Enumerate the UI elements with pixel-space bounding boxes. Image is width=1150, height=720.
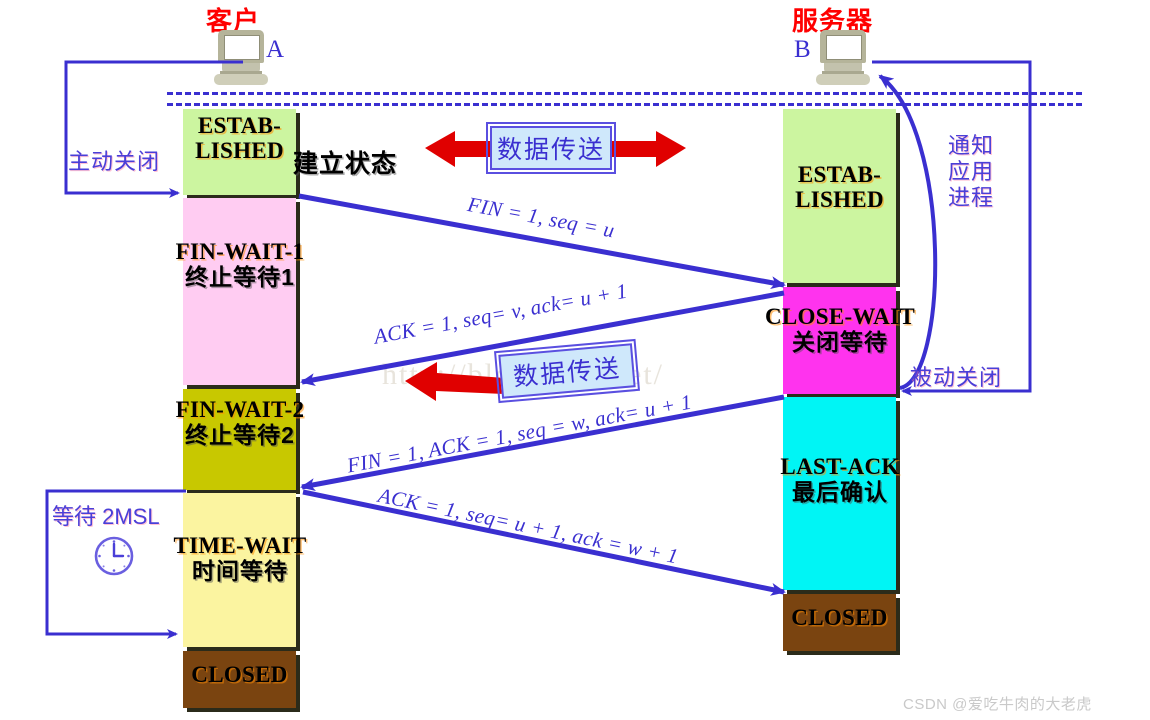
tcp-teardown-diagram: http://blog.csdn.net/ 客户 A 服务器 B (0, 0, 1150, 720)
data-transfer-text-bottom: 数据传送 (512, 354, 623, 392)
data-transfer-arrow-left-top (425, 131, 500, 167)
close-wait-cn: 关闭等待 (792, 328, 888, 355)
fin-wait-2-en: FIN-WAIT-2 (175, 397, 305, 422)
client-closed-en: CLOSED (191, 662, 288, 687)
message-label-ack1: ACK = 1, seq= v, ack= u + 1 (372, 278, 630, 349)
data-transfer-box-top: 数据传送 (486, 122, 616, 174)
message-label-fin1: FIN = 1, seq = u (465, 192, 617, 243)
client-state-closed-label: CLOSED (183, 662, 296, 688)
time-wait-en: TIME-WAIT (173, 533, 307, 558)
server-closed-en: CLOSED (791, 605, 888, 630)
clock-icon (94, 536, 134, 576)
client-state-fin-wait-1-box (183, 198, 296, 385)
passive-close-note: 被动关闭 (910, 365, 1003, 390)
server-computer-icon (812, 30, 874, 88)
fin-wait-1-en: FIN-WAIT-1 (175, 239, 305, 264)
fin-wait-2-cn: 终止等待2 (185, 421, 295, 448)
client-established-line1: ESTAB- (197, 113, 282, 138)
server-established-line2: LISHED (795, 186, 884, 212)
fin-wait-1-cn: 终止等待1 (185, 263, 295, 290)
csdn-credit: CSDN @爱吃牛肉的大老虎 (903, 696, 1092, 713)
client-letter: A (266, 36, 285, 63)
server-state-closed-label: CLOSED (783, 605, 896, 631)
server-state-close-wait-label: CLOSE-WAIT 关闭等待 (744, 304, 936, 355)
timeline-dash-lower (167, 103, 1082, 106)
client-state-time-wait-label: TIME-WAIT 时间等待 (160, 533, 320, 584)
message-label-ack2: ACK = 1, seq= u + 1, ack = w + 1 (376, 483, 681, 569)
data-transfer-arrow-right-top (611, 131, 686, 167)
message-label-finack: FIN = 1, ACK = 1, seq = w, ack= u + 1 (345, 389, 694, 478)
last-ack-en: LAST-ACK (780, 454, 900, 479)
server-state-last-ack-label: LAST-ACK 最后确认 (756, 454, 924, 505)
client-state-fin-wait-2-label: FIN-WAIT-2 终止等待2 (160, 397, 320, 448)
established-state-cn-label: 建立状态 (293, 150, 398, 178)
client-state-established-label: ESTAB- LISHED (183, 113, 296, 164)
active-close-note: 主动关闭 (68, 149, 161, 174)
wait-2msl-note: 等待 2MSL (52, 504, 160, 529)
server-state-established-label: ESTAB- LISHED (783, 162, 896, 213)
client-state-fin-wait-1-label: FIN-WAIT-1 终止等待1 (160, 239, 320, 290)
notify-app-note: 通知应用进程 (948, 133, 995, 210)
server-established-line1: ESTAB- (797, 162, 882, 187)
data-transfer-text-top: 数据传送 (496, 136, 605, 164)
close-wait-en: CLOSE-WAIT (765, 304, 915, 329)
last-ack-cn: 最后确认 (792, 478, 888, 505)
time-wait-cn: 时间等待 (192, 557, 288, 584)
server-letter: B (794, 36, 811, 63)
client-computer-icon (210, 30, 272, 88)
client-established-line2: LISHED (195, 137, 284, 163)
timeline-dash-upper (167, 92, 1082, 95)
